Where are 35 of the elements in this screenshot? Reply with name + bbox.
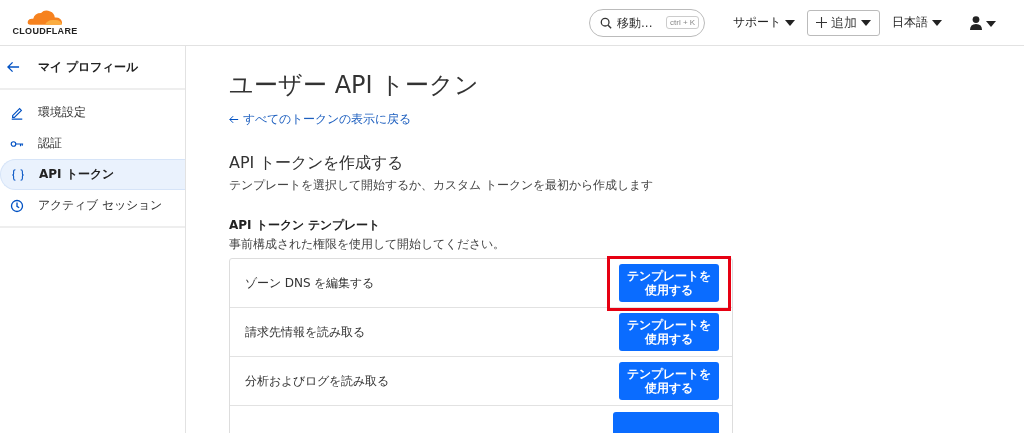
search-input[interactable]: 移動... [617, 15, 661, 30]
caret-icon [932, 19, 942, 26]
plus-icon [816, 17, 827, 28]
subsection-description: 事前構成された権限を使用して開始してください。 [229, 236, 506, 252]
dropdown-menu[interactable]: 日本語 [884, 9, 950, 36]
subsection-heading: API トークン テンプレート [229, 217, 381, 233]
search-icon [600, 16, 612, 29]
sidebar-item[interactable]: 認証 [0, 128, 185, 159]
sidebar-item[interactable]: アクティブ セッション [0, 190, 185, 221]
template-name: 分析およびログを読み取る [245, 372, 389, 390]
back-arrow-icon[interactable] [7, 61, 20, 73]
caret-icon [785, 19, 795, 26]
sidebar-item[interactable]: API トークン [0, 159, 185, 190]
use-template-button[interactable]: テンプレートを使用する [619, 362, 719, 400]
shortcut-hint: ctrl + K [666, 16, 700, 29]
dropdown-menu[interactable]: サポート [725, 9, 803, 36]
section-heading: API トークンを作成する [229, 152, 405, 174]
section-description: テンプレートを選択して開始するか、カスタム トークンを最初から作成します [229, 177, 654, 193]
cloudflare-logo[interactable]: CLOUDFLARE [5, 9, 85, 36]
pencil-icon [10, 105, 24, 120]
caret-icon [861, 19, 871, 26]
sidebar-item[interactable]: 環境設定 [0, 97, 185, 128]
sidebar-title: マイ プロフィール [38, 58, 139, 76]
template-name: ゾーン DNS を編集する [245, 274, 375, 292]
clock-icon [10, 198, 24, 213]
page-title: ユーザー API トークン [229, 70, 481, 101]
cloud-icon [25, 9, 65, 26]
use-template-button[interactable]: テンプレートを使用する [619, 313, 719, 351]
user-icon [970, 15, 996, 30]
template-name: 請求先情報を読み取る [245, 323, 365, 341]
back-link[interactable]: すべてのトークンの表示に戻る [229, 111, 411, 128]
braces-icon [11, 167, 25, 182]
add-button[interactable]: 追加 [807, 9, 880, 36]
use-template-button[interactable]: テンプレートを使用する [619, 264, 719, 302]
back-arrow-icon [229, 115, 239, 124]
